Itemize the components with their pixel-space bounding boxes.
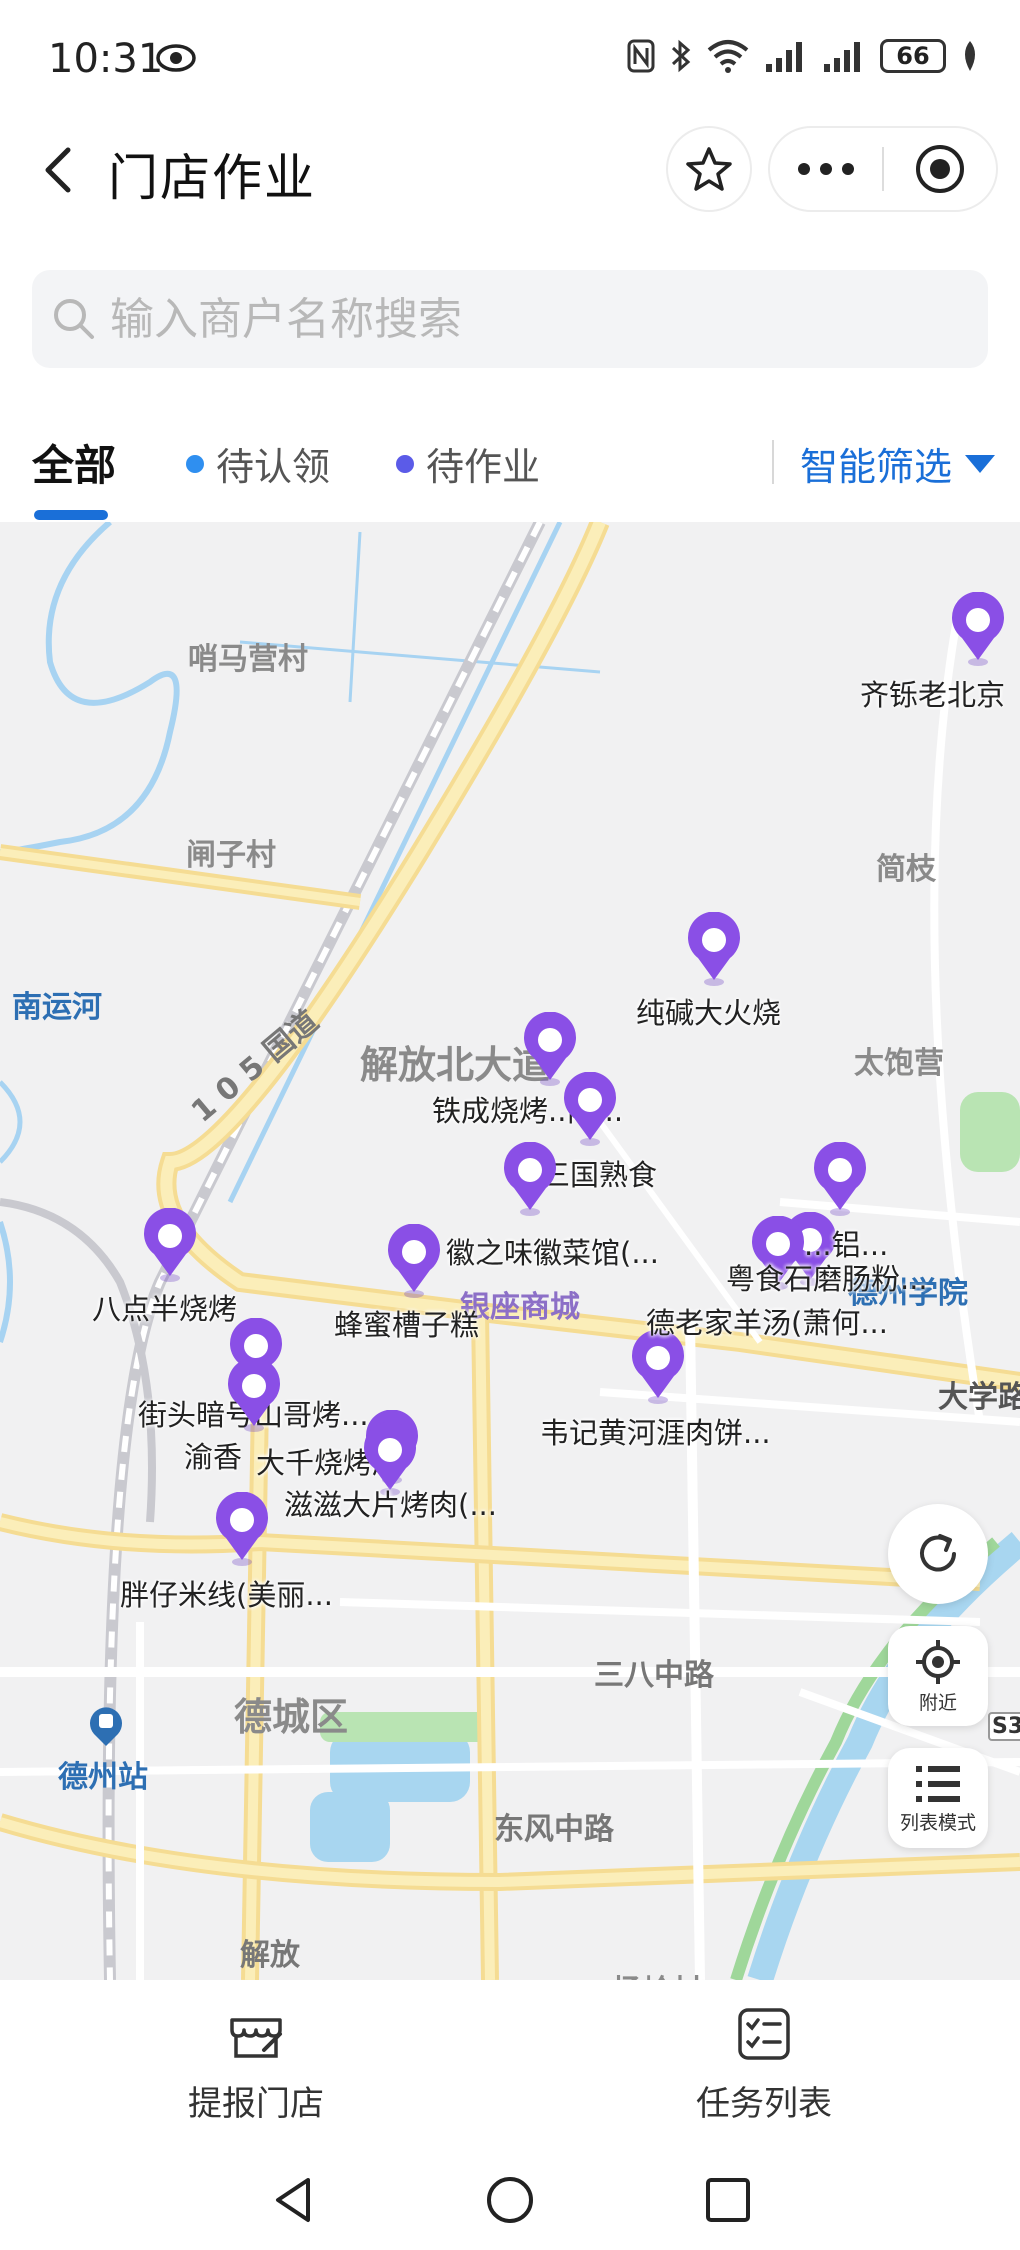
place-label: 南运河: [12, 990, 102, 1025]
place-label: 太饱营: [854, 1046, 944, 1081]
eye-icon: [156, 44, 196, 72]
tab-pending-work[interactable]: 待作业: [396, 436, 540, 491]
search-icon: [54, 299, 94, 339]
title-bar: 门店作业: [0, 120, 1020, 220]
nav-label: 提报门店: [188, 2084, 324, 2124]
refresh-button[interactable]: [888, 1504, 988, 1604]
train-station-icon: [90, 1707, 122, 1746]
map-view[interactable]: 哨马营村 闸子村 简枝 南运河 1 0 5 国道 解放北大道 太饱营 银座商城 …: [0, 522, 1020, 1980]
signal-icon: [766, 42, 802, 72]
road-label: 三八中路: [594, 1658, 714, 1693]
tab-separator: [772, 440, 774, 484]
battery-level: 66: [896, 42, 930, 70]
store-report-icon: [230, 2018, 282, 2058]
place-label: 德城区: [234, 1695, 349, 1739]
tab-active-indicator: [34, 510, 108, 520]
list-mode-button[interactable]: 列表模式: [888, 1748, 988, 1848]
place-label: 哨马营村: [188, 642, 308, 677]
recents-square-icon[interactable]: [702, 2174, 754, 2226]
signal-icon: [824, 42, 860, 72]
store-pin-label[interactable]: 齐铄老北京: [860, 672, 1005, 714]
store-pin-label[interactable]: 胖仔米线(美丽...: [120, 1572, 333, 1614]
smart-filter-button[interactable]: 智能筛选: [800, 436, 998, 491]
store-pin-icon[interactable]: [560, 1072, 620, 1148]
nav-label: 任务列表: [696, 2084, 832, 2124]
store-pin-icon[interactable]: [140, 1208, 200, 1284]
page-title: 门店作业: [108, 149, 316, 207]
more-button[interactable]: [770, 128, 882, 210]
store-pin-label[interactable]: 八点半烧烤: [92, 1286, 237, 1328]
store-pin-label[interactable]: 韦记黄河涯肉饼...: [540, 1410, 771, 1452]
tab-label: 待作业: [426, 445, 541, 489]
status-icons: 66: [626, 38, 980, 74]
nearby-button[interactable]: 附近: [888, 1626, 988, 1726]
store-pin-label[interactable]: 徽之味徽菜馆(...: [446, 1230, 659, 1272]
back-triangle-icon[interactable]: [268, 2174, 320, 2226]
tab-label: 待认领: [216, 445, 331, 489]
place-label: 简枝: [876, 852, 936, 887]
tab-label: 全部: [32, 441, 117, 490]
tab-all[interactable]: 全部: [32, 432, 116, 493]
checklist-icon: [738, 2008, 790, 2060]
search-box: [32, 270, 988, 368]
place-label: 杨岭村: [612, 1966, 702, 1980]
smart-filter-label: 智能筛选: [800, 445, 953, 489]
triangle-down-icon: [965, 454, 996, 473]
store-pin-label[interactable]: 蜂蜜槽子糕: [334, 1302, 479, 1344]
more-dots-icon: [798, 163, 854, 175]
wifi-icon: [707, 40, 749, 73]
battery-icon: 66: [880, 39, 946, 73]
tab-pending-claim[interactable]: 待认领: [186, 436, 330, 491]
store-pin-label[interactable]: 渝香: [184, 1434, 242, 1476]
nfc-icon: [627, 39, 655, 73]
bottom-nav: 提报门店 任务列表: [0, 1980, 1020, 2150]
nearby-label: 附近: [918, 1691, 957, 1714]
dot-icon: [396, 454, 414, 473]
store-pin-label[interactable]: 纯碱大火烧: [636, 990, 781, 1032]
road-label: 东风中路: [494, 1812, 614, 1847]
search-input[interactable]: [110, 293, 930, 345]
status-time: 10:31: [48, 36, 164, 82]
place-label: 闸子村: [186, 838, 276, 873]
highway-badge: S3: [988, 1712, 1020, 1741]
store-pin-icon[interactable]: [810, 1142, 870, 1218]
status-bar: 10:31 66: [0, 0, 1020, 120]
nav-report-store[interactable]: 提报门店: [156, 2006, 356, 2125]
road-label: 解放: [240, 1938, 300, 1973]
store-pin-icon[interactable]: [500, 1142, 560, 1218]
star-icon: [686, 147, 732, 191]
bluetooth-icon: [671, 39, 691, 73]
target-icon: [915, 145, 964, 193]
leaf-icon: [965, 41, 975, 71]
miniapp-capsule: [768, 126, 998, 212]
locate-icon: [916, 1639, 960, 1684]
refresh-icon: [920, 1534, 956, 1572]
place-label: 大学路: [938, 1380, 1020, 1415]
store-pin-label[interactable]: 滋滋大片烤肉(...: [284, 1482, 497, 1524]
list-icon: [916, 1765, 960, 1802]
store-pin-icon[interactable]: [684, 912, 744, 988]
store-pin-icon[interactable]: [212, 1492, 272, 1568]
home-circle-icon[interactable]: [484, 2174, 536, 2226]
store-pin-icon[interactable]: [224, 1358, 284, 1434]
nav-task-list[interactable]: 任务列表: [664, 2006, 864, 2125]
store-pin-label[interactable]: 德老家羊汤(萧何...: [646, 1300, 888, 1342]
back-icon[interactable]: [30, 140, 90, 200]
favorite-button[interactable]: [666, 126, 752, 212]
dot-icon: [186, 454, 204, 473]
store-pin-icon[interactable]: [384, 1224, 444, 1300]
system-nav-bar: [0, 2150, 1020, 2250]
list-mode-label: 列表模式: [899, 1811, 976, 1834]
store-pin-icon[interactable]: [948, 592, 1008, 668]
store-pin-label[interactable]: ...铝...: [804, 1222, 888, 1264]
close-miniapp-button[interactable]: [884, 128, 996, 210]
place-label: 德州站: [58, 1760, 148, 1795]
filter-tabs: 全部 待认领 待作业 智能筛选: [0, 410, 1020, 520]
